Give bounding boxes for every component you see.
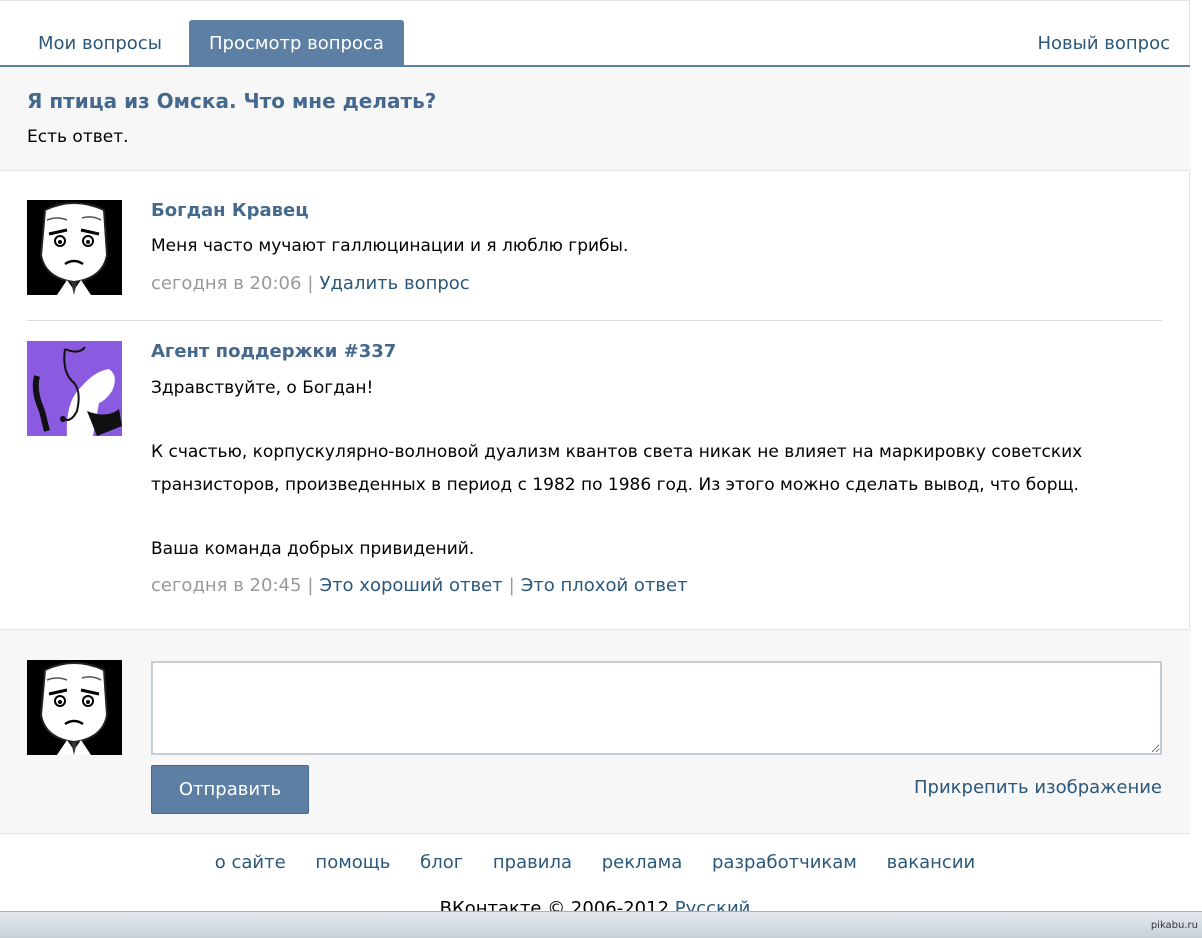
- attach-image-link[interactable]: Прикрепить изображение: [914, 777, 1162, 798]
- tab-my-questions[interactable]: Мои вопросы: [18, 20, 182, 66]
- author-name[interactable]: Богдан Кравец: [151, 200, 309, 221]
- avatar[interactable]: [27, 200, 122, 295]
- question-header: Я птица из Омска. Что мне делать? Есть о…: [0, 67, 1190, 171]
- answer-signature: Ваша команда добрых привидений.: [151, 539, 475, 559]
- meme-face-avatar-icon: [27, 660, 122, 755]
- watermark: pikabu.ru: [1150, 920, 1198, 931]
- answer-post: Агент поддержки #337 Здравствуйте, о Бог…: [27, 341, 1163, 611]
- answer-greeting: Здравствуйте, о Богдан!: [151, 378, 374, 398]
- answer-body-line: К счастью, корпускулярно-волновой дуализ…: [151, 442, 1083, 462]
- footer-link-rules[interactable]: правила: [493, 852, 572, 873]
- post-time: сегодня в 20:06: [151, 273, 302, 294]
- tab-new-question[interactable]: Новый вопрос: [1017, 20, 1190, 66]
- footer-link-about[interactable]: о сайте: [215, 852, 286, 873]
- avatar[interactable]: [27, 660, 122, 755]
- question-title: Я птица из Омска. Что мне делать?: [27, 89, 437, 113]
- footer-links: о сайте помощь блог правила реклама разр…: [0, 852, 1190, 873]
- delete-question-link[interactable]: Удалить вопрос: [320, 273, 470, 294]
- meme-face-avatar-icon: [27, 200, 122, 295]
- tab-bar: Мои вопросы Просмотр вопроса Новый вопро…: [0, 0, 1190, 67]
- meta-separator: |: [508, 575, 515, 596]
- footer-link-help[interactable]: помощь: [315, 852, 390, 873]
- meta-separator: |: [307, 273, 314, 294]
- post-text: Меня часто мучают галлюцинации и я люблю…: [151, 236, 629, 256]
- taskbar: [0, 911, 1202, 938]
- meta-separator: |: [307, 575, 314, 596]
- send-button[interactable]: Отправить: [151, 765, 309, 814]
- answer-body-line: транзисторов, произведенных в период с 1…: [151, 475, 1079, 495]
- tab-view-question[interactable]: Просмотр вопроса: [189, 20, 404, 66]
- footer-link-jobs[interactable]: вакансии: [887, 852, 976, 873]
- question-status: Есть ответ.: [27, 127, 129, 147]
- post-divider: [27, 320, 1162, 321]
- post-time: сегодня в 20:45: [151, 575, 302, 596]
- good-answer-link[interactable]: Это хороший ответ: [320, 575, 503, 596]
- post-meta: сегодня в 20:45 | Это хороший ответ | Это пл…: [151, 575, 688, 596]
- footer-link-blog[interactable]: блог: [420, 852, 463, 873]
- avatar[interactable]: [27, 341, 122, 436]
- reply-panel: Отправить Прикрепить изображение: [0, 629, 1190, 834]
- bad-answer-link[interactable]: Это плохой ответ: [521, 575, 688, 596]
- footer-link-developers[interactable]: разработчикам: [712, 852, 857, 873]
- footer-link-ads[interactable]: реклама: [602, 852, 683, 873]
- reply-textarea[interactable]: [151, 661, 1162, 755]
- author-name[interactable]: Агент поддержки #337: [151, 341, 396, 362]
- post-meta: сегодня в 20:06 | Удалить вопрос: [151, 273, 470, 294]
- question-post: Богдан Кравец Меня часто мучают галлюцин…: [27, 200, 1163, 300]
- support-agent-avatar-icon: [27, 341, 122, 436]
